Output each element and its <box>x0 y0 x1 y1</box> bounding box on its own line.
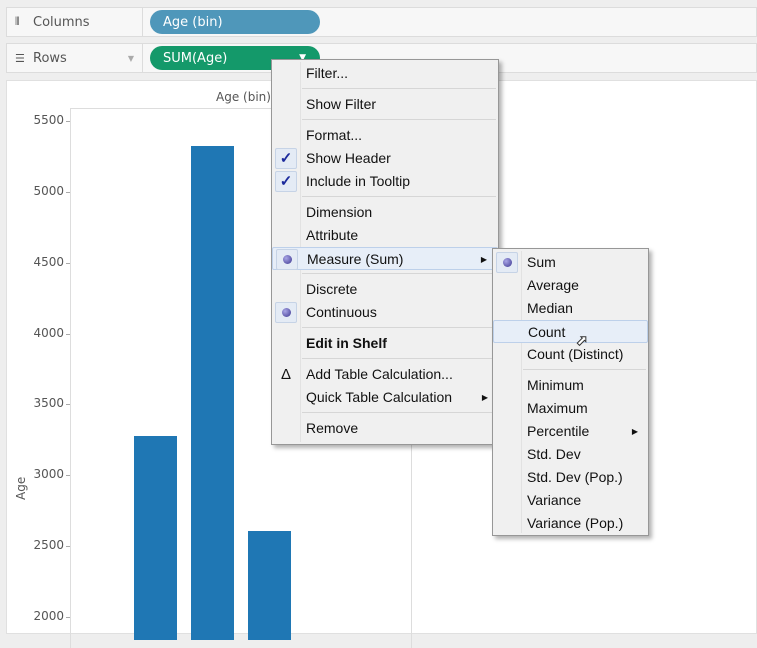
menu-item-label: Show Header <box>306 150 391 166</box>
bar[interactable] <box>134 435 177 640</box>
y-tick-label: 4000 <box>33 325 64 340</box>
menu-item-label: Add Table Calculation... <box>306 366 453 382</box>
menu-separator <box>272 355 498 363</box>
y-tick-label: 3500 <box>33 396 64 411</box>
menu-item-edit-in-shelf[interactable]: Edit in Shelf <box>272 332 498 355</box>
measure-submenu: Sum Average Median Count ⬈ Count (Distinct) Mi… <box>492 248 649 536</box>
menu-item-label: Dimension <box>306 204 373 220</box>
y-tick-mark <box>66 404 70 406</box>
submenu-arrow-icon: ▶ <box>481 393 488 402</box>
menu-item-label: Remove <box>306 420 359 436</box>
menu-separator <box>272 324 498 332</box>
chart-title: Age (bin) <box>216 90 271 104</box>
menu-item-filter[interactable]: Filter... <box>272 62 498 85</box>
pill-context-menu: Filter... Show Filter Format... ✓ Show Heade… <box>271 59 499 445</box>
menu-item-label: Filter... <box>306 65 349 81</box>
radio-dot-icon <box>275 302 297 323</box>
y-tick-mark <box>66 191 70 193</box>
y-tick-label: 4500 <box>33 254 64 269</box>
menu-item-add-table-calculation[interactable]: Δ Add Table Calculation... <box>272 363 498 386</box>
menu-item-attribute[interactable]: Attribute <box>272 224 498 247</box>
menu-item-median[interactable]: Median <box>493 297 648 320</box>
menu-item-label: Std. Dev <box>527 446 581 462</box>
menu-item-label: Variance <box>527 492 582 508</box>
menu-item-label: Format... <box>306 127 363 143</box>
menu-separator <box>272 193 498 201</box>
menu-item-discrete[interactable]: Discrete <box>272 278 498 301</box>
submenu-arrow-icon: ▶ <box>631 427 638 436</box>
menu-item-label: Measure (Sum) <box>307 251 404 267</box>
menu-item-show-filter[interactable]: Show Filter <box>272 93 498 116</box>
menu-item-std-dev[interactable]: Std. Dev <box>493 443 648 466</box>
menu-separator <box>272 85 498 93</box>
menu-item-label: Quick Table Calculation <box>306 389 453 405</box>
menu-item-minimum[interactable]: Minimum <box>493 374 648 397</box>
menu-item-label: Minimum <box>527 377 584 393</box>
y-tick-mark <box>66 475 70 477</box>
menu-item-maximum[interactable]: Maximum <box>493 397 648 420</box>
menu-item-label: Show Filter <box>306 96 377 112</box>
menu-item-show-header[interactable]: ✓ Show Header <box>272 147 498 170</box>
menu-separator <box>272 270 498 278</box>
y-tick-label: 5500 <box>33 113 64 127</box>
menu-item-label: Include in Tooltip <box>306 173 411 189</box>
y-tick-label: 2500 <box>33 538 64 553</box>
menu-item-std-dev-pop[interactable]: Std. Dev (Pop.) <box>493 466 648 489</box>
menu-item-count-distinct[interactable]: Count (Distinct) <box>493 343 648 366</box>
submenu-arrow-icon: ▶ <box>480 255 487 264</box>
y-tick-mark <box>66 262 70 264</box>
menu-item-include-in-tooltip[interactable]: ✓ Include in Tooltip <box>272 170 498 193</box>
y-tick-label: 3000 <box>33 467 64 482</box>
y-tick-label: 2000 <box>33 609 64 623</box>
y-tick-mark <box>66 121 70 122</box>
check-icon: ✓ <box>275 171 297 192</box>
menu-item-dimension[interactable]: Dimension <box>272 201 498 224</box>
delta-icon: Δ <box>280 366 292 383</box>
menu-item-continuous[interactable]: Continuous <box>272 301 498 324</box>
menu-separator <box>272 116 498 124</box>
y-tick-label: 5000 <box>33 183 64 198</box>
menu-item-label: Count <box>528 324 566 340</box>
menu-separator <box>272 409 498 417</box>
menu-item-label: Continuous <box>306 304 377 320</box>
bar[interactable] <box>248 530 291 640</box>
menu-item-label: Median <box>527 300 573 316</box>
menu-item-average[interactable]: Average <box>493 274 648 297</box>
menu-item-label: Std. Dev (Pop.) <box>527 469 623 485</box>
y-tick-mark <box>66 546 70 548</box>
y-tick-mark <box>66 333 70 335</box>
menu-item-variance-pop[interactable]: Variance (Pop.) <box>493 512 648 535</box>
menu-item-label: Variance (Pop.) <box>527 515 624 531</box>
menu-item-variance[interactable]: Variance <box>493 489 648 512</box>
radio-dot-icon <box>496 252 518 273</box>
menu-item-remove[interactable]: Remove <box>272 417 498 440</box>
menu-item-sum[interactable]: Sum <box>493 251 648 274</box>
menu-item-label: Count (Distinct) <box>527 346 624 362</box>
menu-item-percentile[interactable]: Percentile ▶ <box>493 420 648 443</box>
menu-item-format[interactable]: Format... <box>272 124 498 147</box>
menu-item-label: Edit in Shelf <box>306 335 387 351</box>
menu-item-measure-sum[interactable]: Measure (Sum) ▶ <box>272 247 498 270</box>
menu-separator <box>493 366 648 374</box>
menu-item-label: Average <box>527 277 579 293</box>
y-tick-mark <box>66 617 70 618</box>
menu-item-label: Maximum <box>527 400 588 416</box>
menu-item-label: Percentile <box>527 423 590 439</box>
menu-item-count[interactable]: Count ⬈ <box>493 320 648 349</box>
menu-item-label: Sum <box>527 254 556 270</box>
radio-dot-icon <box>276 249 298 270</box>
menu-item-label: Attribute <box>306 227 359 243</box>
bar[interactable] <box>191 145 234 640</box>
menu-item-quick-table-calculation[interactable]: Quick Table Calculation ▶ <box>272 386 498 409</box>
menu-item-label: Discrete <box>306 281 358 297</box>
check-icon: ✓ <box>275 148 297 169</box>
